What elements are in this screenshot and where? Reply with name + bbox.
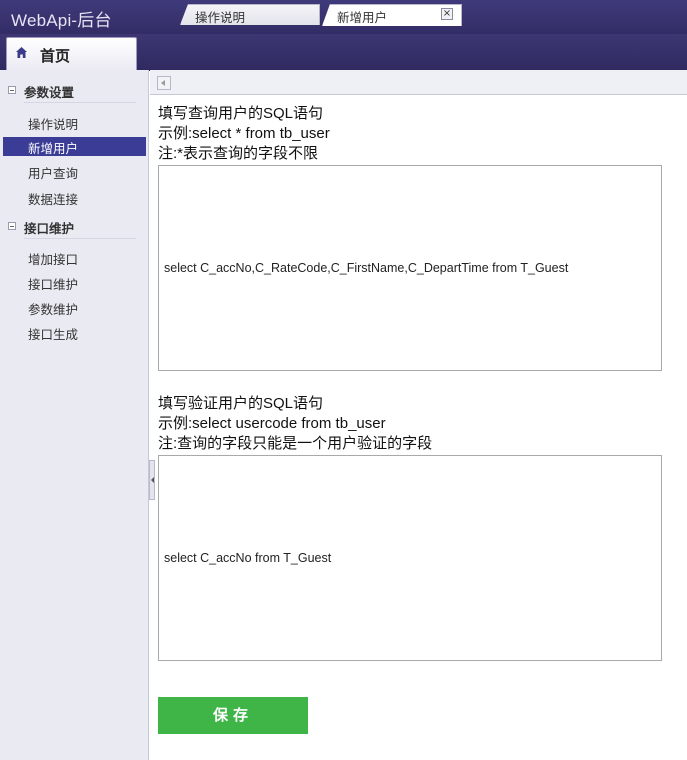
sidebar-item-label: 操作说明 <box>28 117 79 132</box>
tab-label: 操作说明 <box>195 10 246 25</box>
tab-instructions[interactable]: 操作说明 <box>180 4 320 25</box>
query-instruction: 填写查询用户的SQL语句 <box>158 105 324 122</box>
sidebar-item-add-interface[interactable]: 增加接口 <box>3 248 146 267</box>
sidebar-item-add-user[interactable]: 新增用户 <box>3 137 146 156</box>
home-tab-label: 首页 <box>40 47 71 65</box>
verify-sql-value: select C_accNo from T_Guest <box>164 551 332 565</box>
verify-instruction: 填写验证用户的SQL语句 <box>158 395 324 412</box>
sidebar: 参数设置 操作说明 新增用户 用户查询 数据连接 接口维护 增加接口 接口维护 … <box>0 70 149 760</box>
divider <box>24 238 136 239</box>
divider <box>24 102 136 103</box>
query-sql-textarea[interactable]: select C_accNo,C_RateCode,C_FirstName,C_… <box>158 165 662 371</box>
verify-note: 注:查询的字段只能是一个用户验证的字段 <box>158 435 433 452</box>
sidebar-group-title: 接口维护 <box>24 221 75 236</box>
query-note: 注:*表示查询的字段不限 <box>158 145 319 162</box>
close-icon[interactable]: × <box>441 8 453 20</box>
verify-sql-textarea[interactable]: select C_accNo from T_Guest <box>158 455 662 661</box>
query-sql-value: select C_accNo,C_RateCode,C_FirstName,C_… <box>164 261 569 275</box>
query-section: 填写查询用户的SQL语句 示例:select * from tb_user 注:… <box>158 104 668 164</box>
sidebar-group-params[interactable]: 参数设置 <box>0 82 148 102</box>
tab-add-user[interactable]: 新增用户 × <box>322 4 462 26</box>
tab-label: 新增用户 <box>337 10 388 25</box>
sidebar-item-instructions[interactable]: 操作说明 <box>3 113 146 132</box>
sidebar-item-label: 数据连接 <box>28 192 79 207</box>
sidebar-item-label: 新增用户 <box>28 141 79 156</box>
query-example: 示例:select * from tb_user <box>158 125 330 142</box>
sidebar-item-data-connection[interactable]: 数据连接 <box>3 188 146 207</box>
sidebar-item-interface-maintenance[interactable]: 接口维护 <box>3 273 146 292</box>
collapse-toggle-icon[interactable] <box>8 222 16 230</box>
top-nav: 首页 <box>0 34 687 71</box>
sidebar-item-param-maintenance[interactable]: 参数维护 <box>3 298 146 317</box>
sidebar-item-label: 增加接口 <box>28 252 79 267</box>
sidebar-item-interface-generate[interactable]: 接口生成 <box>3 323 146 342</box>
verify-section: 填写验证用户的SQL语句 示例:select usercode from tb_… <box>158 394 668 454</box>
sidebar-item-label: 接口生成 <box>28 327 79 342</box>
save-button[interactable]: 保存 <box>158 697 308 734</box>
home-tab[interactable]: 首页 <box>6 37 137 70</box>
sidebar-item-label: 用户查询 <box>28 166 79 181</box>
sidebar-item-user-query[interactable]: 用户查询 <box>3 162 146 181</box>
sidebar-group-interface[interactable]: 接口维护 <box>0 218 148 238</box>
home-icon <box>16 47 27 58</box>
tab-scroll-left-icon[interactable] <box>157 76 171 90</box>
sidebar-item-label: 接口维护 <box>28 277 79 292</box>
app-title: WebApi-后台 <box>11 11 112 30</box>
collapse-arrow-icon[interactable] <box>149 460 155 500</box>
collapse-toggle-icon[interactable] <box>8 86 16 94</box>
sidebar-item-label: 参数维护 <box>28 302 79 317</box>
sidebar-group-title: 参数设置 <box>24 85 75 100</box>
verify-example: 示例:select usercode from tb_user <box>158 415 386 432</box>
tab-strip <box>150 70 687 95</box>
